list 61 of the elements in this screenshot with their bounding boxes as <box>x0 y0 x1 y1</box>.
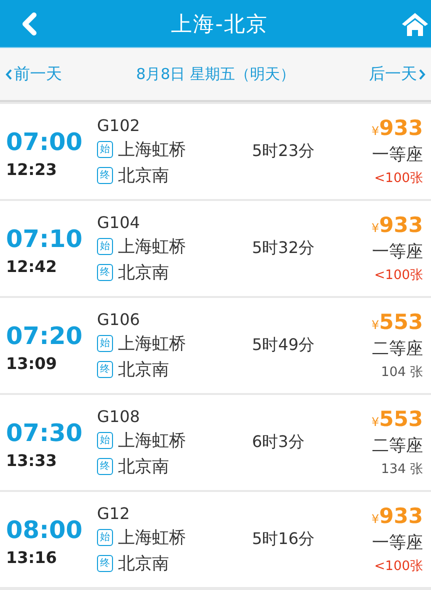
tickets-left: <100张 <box>374 267 423 284</box>
departure-time: 07:00 <box>6 128 84 156</box>
trip-duration: 5时23分 <box>251 141 316 162</box>
arrival-time: 13:09 <box>6 354 58 373</box>
arrival-time: 12:42 <box>6 257 58 276</box>
seat-class: 一等座 <box>372 241 423 263</box>
arrival-station: 北京南 <box>118 359 169 381</box>
arrival-station: 北京南 <box>118 553 169 575</box>
chevron-right-icon <box>418 68 426 80</box>
header-title: 上海-北京 <box>171 10 268 38</box>
origin-badge: 始 <box>97 335 113 352</box>
trip-duration: 5时49分 <box>251 335 316 356</box>
train-number: G104 <box>97 213 141 232</box>
origin-badge: 始 <box>97 529 113 546</box>
tickets-left: <100张 <box>374 170 423 187</box>
terminal-badge: 终 <box>97 555 113 572</box>
departure-time: 07:20 <box>6 322 84 350</box>
ticket-price: ¥933 <box>372 504 423 528</box>
ticket-price: ¥933 <box>372 213 423 237</box>
train-number: G108 <box>97 407 141 426</box>
train-number: G106 <box>97 310 141 329</box>
trip-duration: 5时16分 <box>251 529 316 550</box>
ticket-price: ¥553 <box>372 407 423 431</box>
departure-time: 07:30 <box>6 419 84 447</box>
departure-station: 上海虹桥 <box>118 236 186 258</box>
departure-time: 08:00 <box>6 516 84 544</box>
back-icon[interactable] <box>20 12 38 36</box>
terminal-badge: 终 <box>97 264 113 281</box>
seat-class: 一等座 <box>372 532 423 554</box>
departure-station: 上海虹桥 <box>118 139 186 161</box>
arrival-time: 13:33 <box>6 451 58 470</box>
tickets-left: 104 张 <box>381 364 423 381</box>
arrival-time: 12:23 <box>6 160 58 179</box>
ticket-price: ¥933 <box>372 116 423 140</box>
trip-duration: 6时3分 <box>251 432 306 453</box>
train-number: G102 <box>97 116 141 135</box>
seat-class: 二等座 <box>372 338 423 360</box>
ticket-price: ¥553 <box>372 310 423 334</box>
arrival-time: 13:16 <box>6 548 58 567</box>
trip-duration: 5时32分 <box>251 238 316 259</box>
terminal-badge: 终 <box>97 458 113 475</box>
train-number: G12 <box>97 504 131 523</box>
arrival-station: 北京南 <box>118 456 169 478</box>
date-label: 8月8日 星期五（明天） <box>136 64 295 84</box>
departure-station: 上海虹桥 <box>118 527 186 549</box>
arrival-station: 北京南 <box>118 165 169 187</box>
origin-badge: 始 <box>97 141 113 158</box>
terminal-badge: 终 <box>97 361 113 378</box>
seat-class: 二等座 <box>372 435 423 457</box>
departure-station: 上海虹桥 <box>118 333 186 355</box>
tickets-left: <100张 <box>374 558 423 575</box>
origin-badge: 始 <box>97 238 113 255</box>
home-icon[interactable] <box>400 10 429 36</box>
arrival-station: 北京南 <box>118 262 169 284</box>
departure-station: 上海虹桥 <box>118 430 186 452</box>
origin-badge: 始 <box>97 432 113 449</box>
departure-time: 07:10 <box>6 225 84 253</box>
seat-class: 一等座 <box>372 144 423 166</box>
terminal-badge: 终 <box>97 167 113 184</box>
tickets-left: 134 张 <box>381 461 423 478</box>
chevron-left-icon <box>5 68 12 80</box>
